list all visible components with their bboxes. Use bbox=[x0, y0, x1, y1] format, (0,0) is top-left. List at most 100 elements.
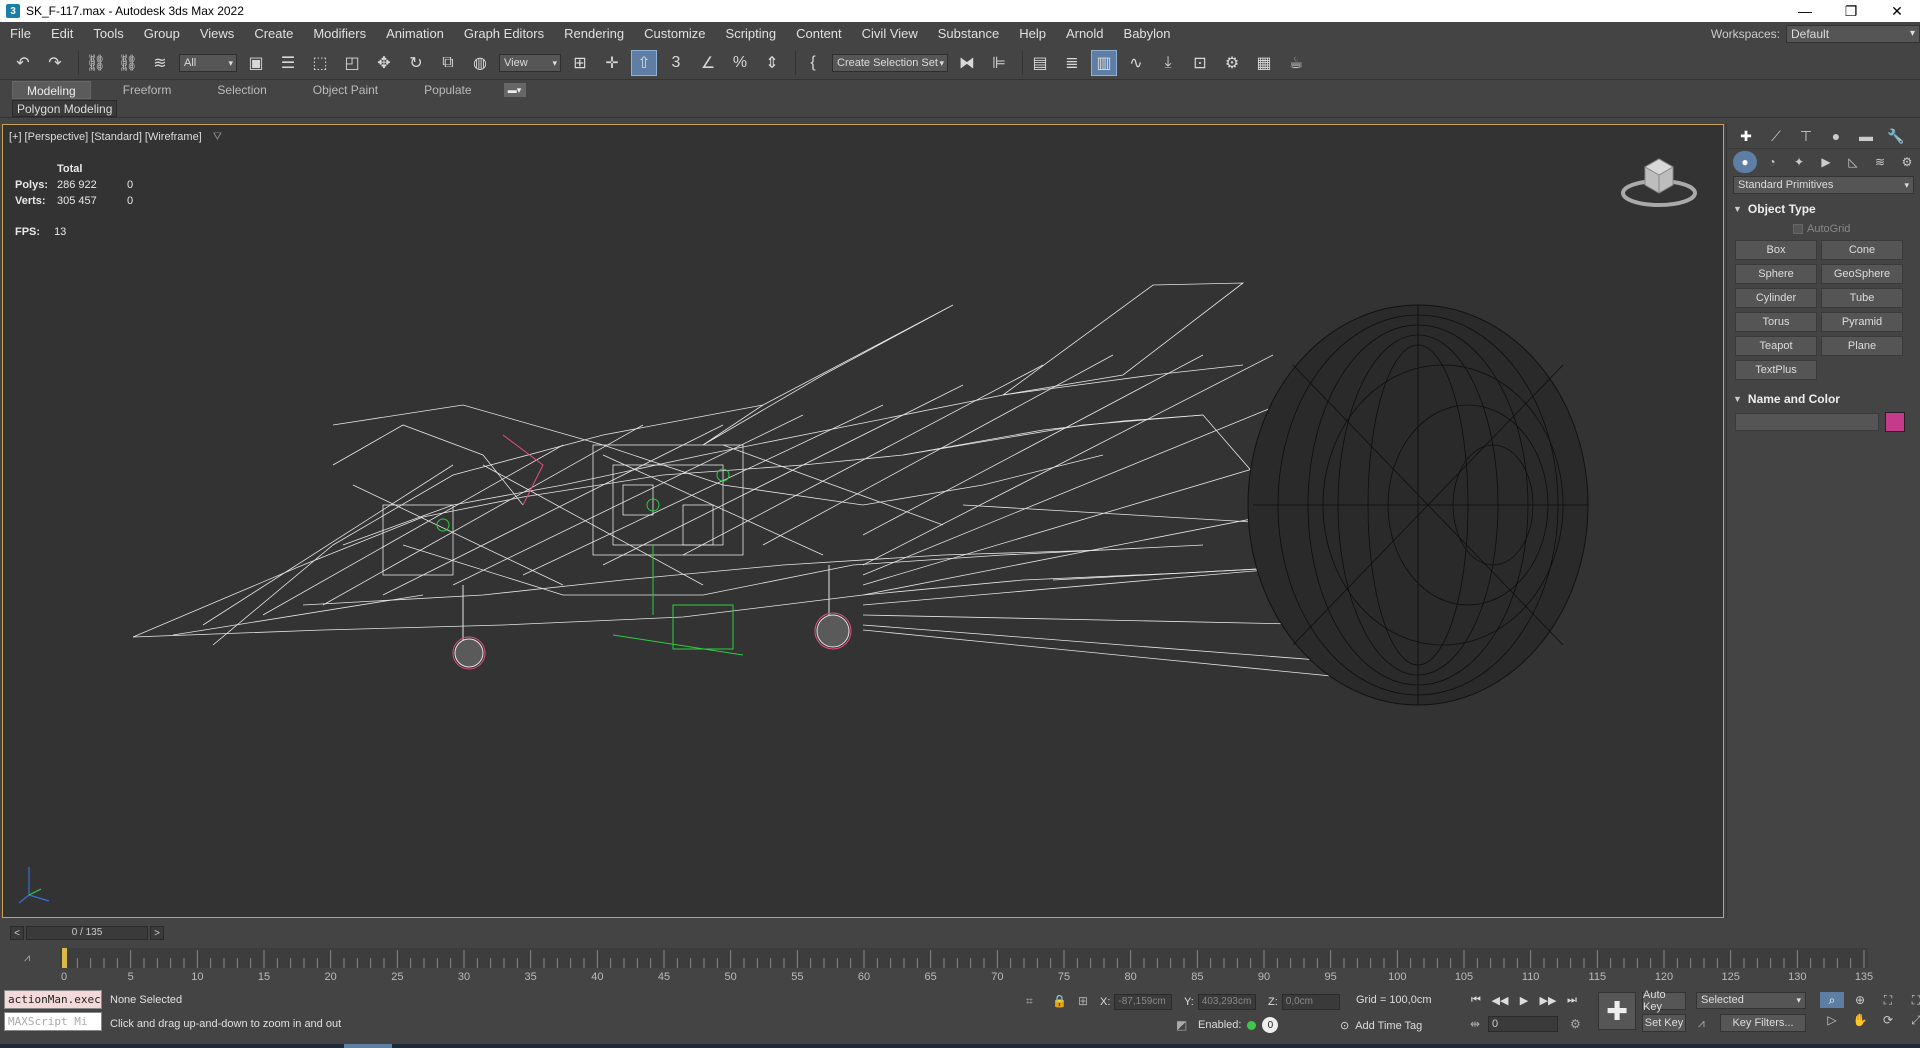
align-icon[interactable]: ⊫ bbox=[986, 50, 1012, 76]
cameras-icon[interactable]: ▶ bbox=[1814, 151, 1838, 173]
menu-customize[interactable]: Customize bbox=[634, 22, 715, 46]
orbit-icon[interactable]: ⟳ bbox=[1876, 1012, 1900, 1028]
go-to-end-icon[interactable]: ⏭ bbox=[1562, 992, 1582, 1008]
previous-frame-icon[interactable]: ◀◀ bbox=[1490, 992, 1510, 1008]
sphere-button[interactable]: Sphere bbox=[1735, 264, 1817, 284]
menu-group[interactable]: Group bbox=[134, 22, 190, 46]
tube-button[interactable]: Tube bbox=[1821, 288, 1903, 308]
scale-icon[interactable]: ⧉ bbox=[435, 50, 461, 76]
zoom-extents-icon[interactable]: ⛶ bbox=[1876, 992, 1900, 1008]
geosphere-button[interactable]: GeoSphere bbox=[1821, 264, 1903, 284]
perspective-viewport[interactable]: [+] [Perspective] [Standard] [Wireframe]… bbox=[2, 124, 1724, 918]
menu-content[interactable]: Content bbox=[786, 22, 852, 46]
autogrid-checkbox[interactable]: AutoGrid bbox=[1793, 220, 1914, 238]
isolate-selection-icon[interactable]: ⌗ bbox=[1026, 994, 1033, 1009]
z-field[interactable]: 0,0cm bbox=[1281, 994, 1340, 1010]
ribbon-tab-modeling[interactable]: Modeling bbox=[12, 81, 91, 99]
toggle-ribbon-icon[interactable]: ▥ bbox=[1091, 49, 1117, 76]
go-to-start-icon[interactable]: ⏮ bbox=[1466, 992, 1486, 1008]
menu-rendering[interactable]: Rendering bbox=[554, 22, 634, 46]
snaps-toggle-icon[interactable]: 3 bbox=[663, 50, 689, 76]
menu-help[interactable]: Help bbox=[1009, 22, 1056, 46]
ribbon-tab-selection[interactable]: Selection bbox=[203, 81, 280, 99]
y-field[interactable]: 403,293cm bbox=[1197, 994, 1256, 1010]
auto-key-button[interactable]: Auto Key bbox=[1642, 989, 1686, 1013]
placement-icon[interactable]: ◍ bbox=[467, 50, 493, 76]
menu-edit[interactable]: Edit bbox=[41, 22, 83, 46]
redo-icon[interactable]: ↷ bbox=[42, 50, 68, 76]
time-config-icon[interactable]: ⇹ bbox=[1470, 1017, 1480, 1031]
move-icon[interactable]: ✥ bbox=[371, 50, 397, 76]
curve-editor-icon[interactable]: ∿ bbox=[1123, 50, 1149, 76]
absolute-mode-icon[interactable]: ⊞ bbox=[1078, 994, 1088, 1008]
cone-button[interactable]: Cone bbox=[1821, 240, 1903, 260]
object-type-header[interactable]: ▼ Object Type bbox=[1733, 200, 1914, 218]
modify-tab-icon[interactable]: ⟋ bbox=[1763, 125, 1789, 147]
reference-coord-dropdown[interactable]: View bbox=[499, 53, 561, 72]
close-button[interactable]: ✕ bbox=[1874, 0, 1920, 22]
ribbon-tab-object-paint[interactable]: Object Paint bbox=[299, 81, 392, 99]
mirror-icon[interactable]: ⧓ bbox=[954, 50, 980, 76]
utilities-tab-icon[interactable]: 🔧 bbox=[1883, 125, 1909, 147]
cylinder-button[interactable]: Cylinder bbox=[1735, 288, 1817, 308]
rendered-frame-window-icon[interactable]: ▦ bbox=[1251, 50, 1277, 76]
ribbon-tab-freeform[interactable]: Freeform bbox=[109, 81, 186, 99]
menu-graph-editors[interactable]: Graph Editors bbox=[454, 22, 554, 46]
time-slider[interactable]: < 0 / 135 > bbox=[0, 924, 1920, 942]
menu-scripting[interactable]: Scripting bbox=[716, 22, 787, 46]
set-keys-icon[interactable]: ✚ bbox=[1598, 992, 1636, 1030]
object-name-input[interactable] bbox=[1735, 413, 1879, 431]
select-manipulate-icon[interactable]: ✛ bbox=[599, 50, 625, 76]
menu-arnold[interactable]: Arnold bbox=[1056, 22, 1114, 46]
rect-selection-icon[interactable]: ⬚ bbox=[307, 50, 333, 76]
teapot-button[interactable]: Teapot bbox=[1735, 336, 1817, 356]
current-frame-marker[interactable] bbox=[62, 948, 67, 968]
select-object-icon[interactable]: ▣ bbox=[243, 50, 269, 76]
menu-substance[interactable]: Substance bbox=[928, 22, 1009, 46]
field-of-view-icon[interactable]: ▷ bbox=[1820, 1012, 1844, 1028]
maxscript-listener-output[interactable]: actionMan.execu bbox=[4, 990, 102, 1009]
named-selection-dropdown[interactable]: Create Selection Set bbox=[832, 53, 948, 72]
window-crossing-icon[interactable]: ◰ bbox=[339, 50, 365, 76]
link-icon[interactable]: ⛓ bbox=[83, 50, 109, 76]
render-production-icon[interactable]: ☕ bbox=[1283, 50, 1309, 76]
time-next-button[interactable]: > bbox=[150, 926, 164, 940]
default-in-out-tangents-icon[interactable]: ⩘ bbox=[1698, 1016, 1705, 1031]
keyboard-shortcut-override-icon[interactable]: ⇧ bbox=[631, 49, 657, 76]
name-color-header[interactable]: ▼ Name and Color bbox=[1733, 390, 1914, 408]
maxscript-mini-listener-input[interactable]: MAXScript Mi bbox=[4, 1012, 102, 1031]
viewport-pov-menu[interactable]: [Perspective] bbox=[25, 131, 89, 144]
geometry-icon[interactable]: ● bbox=[1733, 150, 1757, 173]
viewport-general-menu[interactable]: [+] bbox=[9, 131, 22, 144]
pivot-center-icon[interactable]: ⊞ bbox=[567, 50, 593, 76]
select-by-name-icon[interactable]: ☰ bbox=[275, 50, 301, 76]
unlink-icon[interactable]: ⛓ bbox=[115, 50, 141, 76]
material-editor-icon[interactable]: ⊡ bbox=[1187, 50, 1213, 76]
spacewarps-icon[interactable]: ≋ bbox=[1868, 151, 1892, 173]
enabled-toggle[interactable]: Enabled: 0 bbox=[1198, 1017, 1279, 1033]
primitive-category-dropdown[interactable]: Standard Primitives bbox=[1733, 176, 1914, 194]
filter-icon[interactable]: ⛛ bbox=[213, 131, 222, 144]
time-slider-thumb[interactable]: 0 / 135 bbox=[26, 926, 148, 940]
display-tab-icon[interactable]: ▬ bbox=[1853, 125, 1879, 147]
track-bar[interactable]: ⩘ 0 5 10 15 20 25 30 35 40 45 50 55 60 65 70 75 80 85 90 95… bbox=[0, 944, 1920, 984]
viewport-standard-menu[interactable]: [Standard] bbox=[91, 131, 142, 144]
scene-explorer-icon[interactable]: ▤ bbox=[1027, 50, 1053, 76]
time-configuration-icon[interactable]: ⚙ bbox=[1570, 1017, 1581, 1031]
render-setup-icon[interactable]: ⚙ bbox=[1219, 50, 1245, 76]
zoom-all-icon[interactable]: ⊕ bbox=[1848, 992, 1872, 1008]
ribbon-tab-populate[interactable]: Populate bbox=[410, 81, 485, 99]
key-filters-button[interactable]: Key Filters... bbox=[1720, 1014, 1806, 1032]
rotate-icon[interactable]: ↻ bbox=[403, 50, 429, 76]
pyramid-button[interactable]: Pyramid bbox=[1821, 312, 1903, 332]
bind-spacewarp-icon[interactable]: ≋ bbox=[147, 50, 173, 76]
menu-tools[interactable]: Tools bbox=[83, 22, 133, 46]
set-key-button[interactable]: Set Key bbox=[1642, 1014, 1686, 1032]
angle-snap-icon[interactable]: ∠ bbox=[695, 50, 721, 76]
menu-babylon[interactable]: Babylon bbox=[1114, 22, 1181, 46]
selection-lock-icon[interactable]: 🔒 bbox=[1052, 994, 1067, 1008]
undo-icon[interactable]: ↶ bbox=[10, 50, 36, 76]
percent-snap-icon[interactable]: % bbox=[727, 50, 753, 76]
menu-civil-view[interactable]: Civil View bbox=[852, 22, 928, 46]
systems-icon[interactable]: ⚙ bbox=[1895, 151, 1919, 173]
